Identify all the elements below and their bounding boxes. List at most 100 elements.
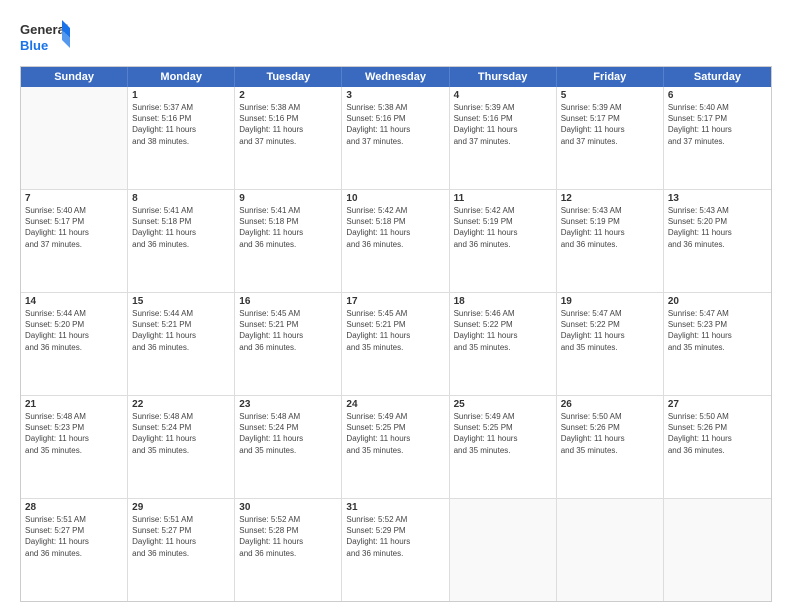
cell-info: Sunrise: 5:45 AM Sunset: 5:21 PM Dayligh… xyxy=(346,308,444,353)
day-number: 22 xyxy=(132,399,230,410)
cell-info: Sunrise: 5:40 AM Sunset: 5:17 PM Dayligh… xyxy=(668,102,767,147)
calendar-cell-day-18: 18Sunrise: 5:46 AM Sunset: 5:22 PM Dayli… xyxy=(450,293,557,395)
day-number: 20 xyxy=(668,296,767,307)
weekday-header-wednesday: Wednesday xyxy=(342,67,449,87)
header: GeneralBlue xyxy=(20,18,772,58)
cell-info: Sunrise: 5:39 AM Sunset: 5:17 PM Dayligh… xyxy=(561,102,659,147)
calendar-cell-day-30: 30Sunrise: 5:52 AM Sunset: 5:28 PM Dayli… xyxy=(235,499,342,601)
day-number: 19 xyxy=(561,296,659,307)
day-number: 5 xyxy=(561,90,659,101)
calendar-cell-day-15: 15Sunrise: 5:44 AM Sunset: 5:21 PM Dayli… xyxy=(128,293,235,395)
day-number: 3 xyxy=(346,90,444,101)
cell-info: Sunrise: 5:49 AM Sunset: 5:25 PM Dayligh… xyxy=(454,411,552,456)
svg-text:General: General xyxy=(20,22,68,37)
day-number: 2 xyxy=(239,90,337,101)
day-number: 27 xyxy=(668,399,767,410)
calendar-cell-day-11: 11Sunrise: 5:42 AM Sunset: 5:19 PM Dayli… xyxy=(450,190,557,292)
day-number: 8 xyxy=(132,193,230,204)
cell-info: Sunrise: 5:48 AM Sunset: 5:24 PM Dayligh… xyxy=(239,411,337,456)
calendar-row-4: 28Sunrise: 5:51 AM Sunset: 5:27 PM Dayli… xyxy=(21,499,771,601)
day-number: 1 xyxy=(132,90,230,101)
calendar-cell-day-14: 14Sunrise: 5:44 AM Sunset: 5:20 PM Dayli… xyxy=(21,293,128,395)
day-number: 25 xyxy=(454,399,552,410)
calendar-cell-day-26: 26Sunrise: 5:50 AM Sunset: 5:26 PM Dayli… xyxy=(557,396,664,498)
cell-info: Sunrise: 5:51 AM Sunset: 5:27 PM Dayligh… xyxy=(132,514,230,559)
calendar-cell-day-13: 13Sunrise: 5:43 AM Sunset: 5:20 PM Dayli… xyxy=(664,190,771,292)
day-number: 7 xyxy=(25,193,123,204)
day-number: 10 xyxy=(346,193,444,204)
cell-info: Sunrise: 5:51 AM Sunset: 5:27 PM Dayligh… xyxy=(25,514,123,559)
day-number: 15 xyxy=(132,296,230,307)
cell-info: Sunrise: 5:47 AM Sunset: 5:22 PM Dayligh… xyxy=(561,308,659,353)
cell-info: Sunrise: 5:37 AM Sunset: 5:16 PM Dayligh… xyxy=(132,102,230,147)
calendar-row-1: 7Sunrise: 5:40 AM Sunset: 5:17 PM Daylig… xyxy=(21,190,771,293)
cell-info: Sunrise: 5:48 AM Sunset: 5:24 PM Dayligh… xyxy=(132,411,230,456)
cell-info: Sunrise: 5:44 AM Sunset: 5:20 PM Dayligh… xyxy=(25,308,123,353)
day-number: 29 xyxy=(132,502,230,513)
calendar-cell-day-10: 10Sunrise: 5:42 AM Sunset: 5:18 PM Dayli… xyxy=(342,190,449,292)
cell-info: Sunrise: 5:52 AM Sunset: 5:28 PM Dayligh… xyxy=(239,514,337,559)
calendar-cell-day-1: 1Sunrise: 5:37 AM Sunset: 5:16 PM Daylig… xyxy=(128,87,235,189)
cell-info: Sunrise: 5:42 AM Sunset: 5:19 PM Dayligh… xyxy=(454,205,552,250)
calendar-cell-empty xyxy=(450,499,557,601)
calendar-cell-day-3: 3Sunrise: 5:38 AM Sunset: 5:16 PM Daylig… xyxy=(342,87,449,189)
logo: GeneralBlue xyxy=(20,18,70,58)
cell-info: Sunrise: 5:48 AM Sunset: 5:23 PM Dayligh… xyxy=(25,411,123,456)
day-number: 18 xyxy=(454,296,552,307)
calendar-cell-day-12: 12Sunrise: 5:43 AM Sunset: 5:19 PM Dayli… xyxy=(557,190,664,292)
calendar-cell-day-7: 7Sunrise: 5:40 AM Sunset: 5:17 PM Daylig… xyxy=(21,190,128,292)
cell-info: Sunrise: 5:43 AM Sunset: 5:19 PM Dayligh… xyxy=(561,205,659,250)
logo-svg: GeneralBlue xyxy=(20,18,70,58)
calendar-cell-day-4: 4Sunrise: 5:39 AM Sunset: 5:16 PM Daylig… xyxy=(450,87,557,189)
day-number: 23 xyxy=(239,399,337,410)
cell-info: Sunrise: 5:42 AM Sunset: 5:18 PM Dayligh… xyxy=(346,205,444,250)
calendar-cell-day-6: 6Sunrise: 5:40 AM Sunset: 5:17 PM Daylig… xyxy=(664,87,771,189)
cell-info: Sunrise: 5:43 AM Sunset: 5:20 PM Dayligh… xyxy=(668,205,767,250)
day-number: 14 xyxy=(25,296,123,307)
calendar-row-0: 1Sunrise: 5:37 AM Sunset: 5:16 PM Daylig… xyxy=(21,87,771,190)
cell-info: Sunrise: 5:49 AM Sunset: 5:25 PM Dayligh… xyxy=(346,411,444,456)
day-number: 6 xyxy=(668,90,767,101)
calendar-cell-day-9: 9Sunrise: 5:41 AM Sunset: 5:18 PM Daylig… xyxy=(235,190,342,292)
day-number: 31 xyxy=(346,502,444,513)
calendar-cell-empty xyxy=(557,499,664,601)
cell-info: Sunrise: 5:52 AM Sunset: 5:29 PM Dayligh… xyxy=(346,514,444,559)
cell-info: Sunrise: 5:50 AM Sunset: 5:26 PM Dayligh… xyxy=(668,411,767,456)
day-number: 9 xyxy=(239,193,337,204)
day-number: 4 xyxy=(454,90,552,101)
calendar-cell-day-5: 5Sunrise: 5:39 AM Sunset: 5:17 PM Daylig… xyxy=(557,87,664,189)
svg-text:Blue: Blue xyxy=(20,38,48,53)
weekday-header-thursday: Thursday xyxy=(450,67,557,87)
day-number: 26 xyxy=(561,399,659,410)
weekday-header-sunday: Sunday xyxy=(21,67,128,87)
calendar-cell-day-29: 29Sunrise: 5:51 AM Sunset: 5:27 PM Dayli… xyxy=(128,499,235,601)
cell-info: Sunrise: 5:47 AM Sunset: 5:23 PM Dayligh… xyxy=(668,308,767,353)
calendar-cell-day-17: 17Sunrise: 5:45 AM Sunset: 5:21 PM Dayli… xyxy=(342,293,449,395)
calendar-row-2: 14Sunrise: 5:44 AM Sunset: 5:20 PM Dayli… xyxy=(21,293,771,396)
calendar-cell-day-21: 21Sunrise: 5:48 AM Sunset: 5:23 PM Dayli… xyxy=(21,396,128,498)
calendar-cell-day-24: 24Sunrise: 5:49 AM Sunset: 5:25 PM Dayli… xyxy=(342,396,449,498)
weekday-header-tuesday: Tuesday xyxy=(235,67,342,87)
cell-info: Sunrise: 5:38 AM Sunset: 5:16 PM Dayligh… xyxy=(239,102,337,147)
weekday-header-friday: Friday xyxy=(557,67,664,87)
calendar-cell-day-19: 19Sunrise: 5:47 AM Sunset: 5:22 PM Dayli… xyxy=(557,293,664,395)
day-number: 12 xyxy=(561,193,659,204)
calendar-cell-empty xyxy=(21,87,128,189)
cell-info: Sunrise: 5:39 AM Sunset: 5:16 PM Dayligh… xyxy=(454,102,552,147)
cell-info: Sunrise: 5:41 AM Sunset: 5:18 PM Dayligh… xyxy=(239,205,337,250)
calendar-cell-day-23: 23Sunrise: 5:48 AM Sunset: 5:24 PM Dayli… xyxy=(235,396,342,498)
calendar-cell-day-2: 2Sunrise: 5:38 AM Sunset: 5:16 PM Daylig… xyxy=(235,87,342,189)
calendar-header: SundayMondayTuesdayWednesdayThursdayFrid… xyxy=(21,67,771,87)
calendar-cell-day-20: 20Sunrise: 5:47 AM Sunset: 5:23 PM Dayli… xyxy=(664,293,771,395)
calendar-cell-day-31: 31Sunrise: 5:52 AM Sunset: 5:29 PM Dayli… xyxy=(342,499,449,601)
calendar-cell-day-28: 28Sunrise: 5:51 AM Sunset: 5:27 PM Dayli… xyxy=(21,499,128,601)
day-number: 30 xyxy=(239,502,337,513)
calendar: SundayMondayTuesdayWednesdayThursdayFrid… xyxy=(20,66,772,602)
day-number: 11 xyxy=(454,193,552,204)
calendar-cell-day-25: 25Sunrise: 5:49 AM Sunset: 5:25 PM Dayli… xyxy=(450,396,557,498)
day-number: 24 xyxy=(346,399,444,410)
cell-info: Sunrise: 5:50 AM Sunset: 5:26 PM Dayligh… xyxy=(561,411,659,456)
day-number: 28 xyxy=(25,502,123,513)
cell-info: Sunrise: 5:46 AM Sunset: 5:22 PM Dayligh… xyxy=(454,308,552,353)
page: GeneralBlue SundayMondayTuesdayWednesday… xyxy=(0,0,792,612)
